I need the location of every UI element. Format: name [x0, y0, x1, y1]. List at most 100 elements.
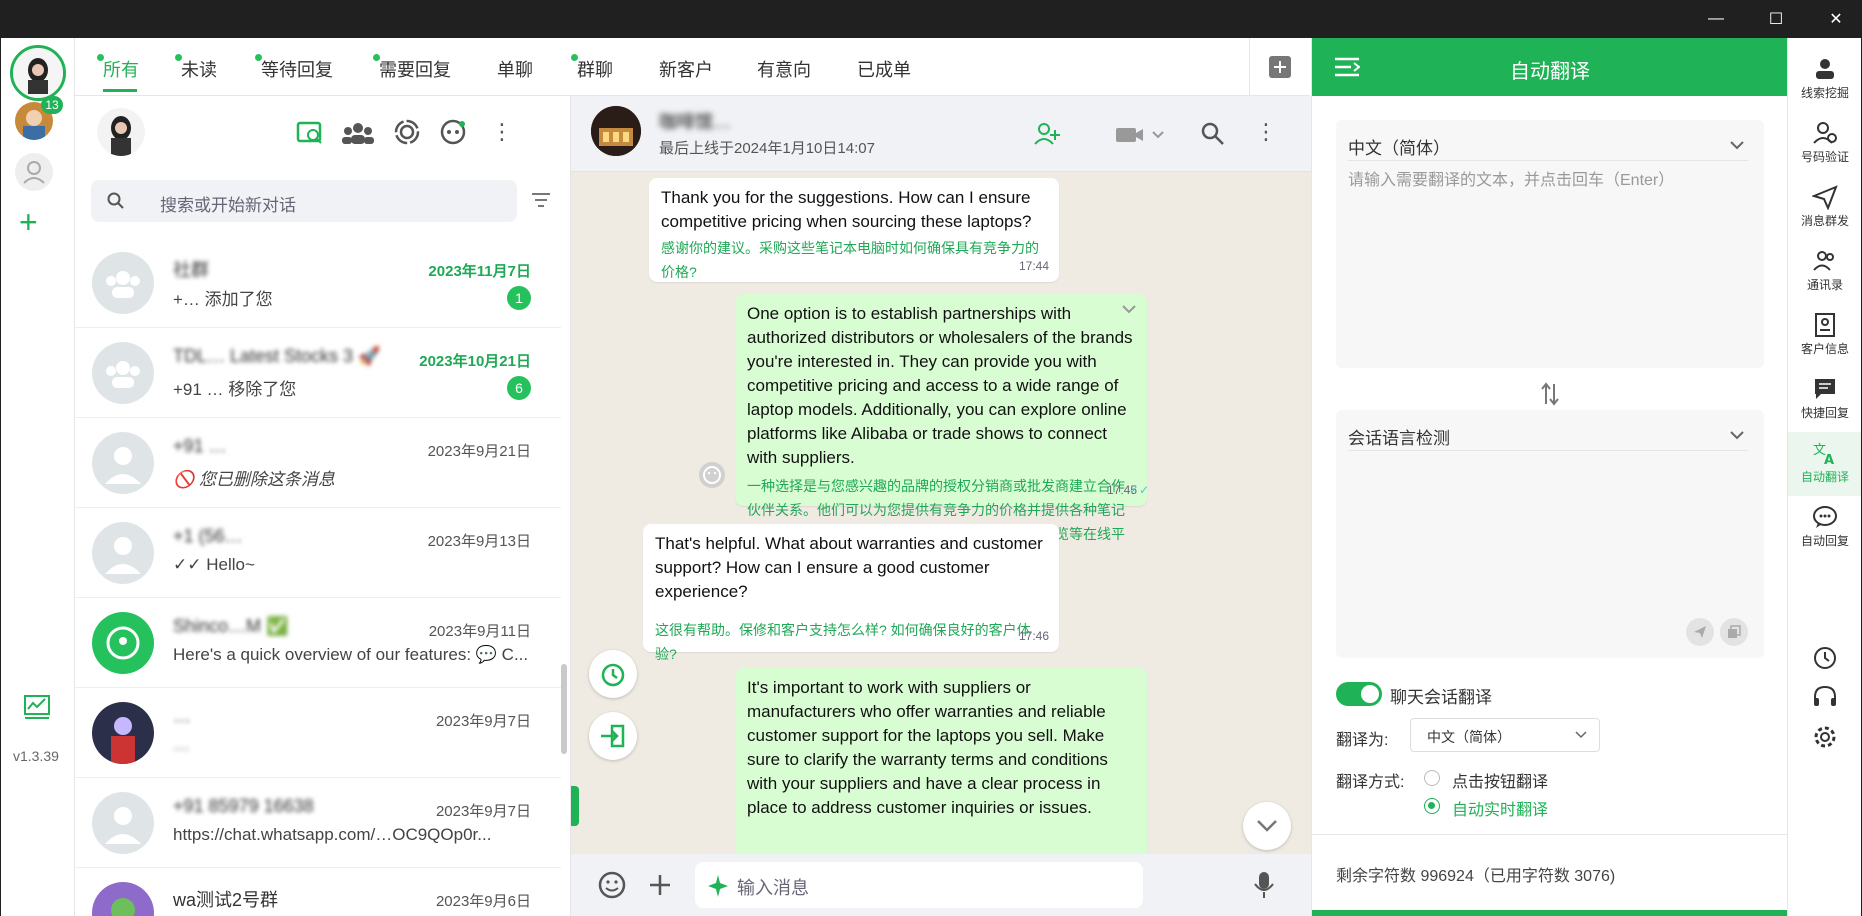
video-call-icon[interactable] [1115, 124, 1165, 151]
contacts-icon [1813, 251, 1834, 271]
rail-item-customer-info[interactable]: 客户信息 [1788, 304, 1861, 368]
conversation-panel: 咖啡馆… 最后上线于2024年1月10日14:07 ⋮ Thank you fo… [571, 96, 1311, 916]
incoming-message[interactable]: That's helpful. What about warranties an… [643, 524, 1059, 662]
stats-icon[interactable] [23, 694, 51, 725]
mode-button-radio[interactable] [1424, 770, 1440, 786]
swap-languages-icon[interactable] [1540, 382, 1560, 411]
translate-to-select[interactable]: 中文（简体） [1410, 718, 1600, 752]
rail-item-number-verify[interactable]: 号码验证 [1788, 112, 1861, 176]
remaining-characters: 剩余字符数 996924（已用字符数 3076) [1336, 868, 1616, 885]
alarm-clock-icon [601, 663, 625, 687]
contact-avatar [92, 792, 154, 854]
status-icon[interactable] [393, 118, 421, 151]
schedule-button[interactable] [589, 650, 637, 698]
filter-tabs: 所有 未读 等待回复 需要回复 单聊 群聊 新客户 有意向 已成单 [75, 38, 1310, 96]
source-language-select[interactable]: 中文（简体） [1348, 134, 1450, 159]
group-avatar [92, 252, 154, 314]
tab-waiting-reply[interactable]: 等待回复 [255, 54, 333, 82]
person-search-icon [1816, 59, 1834, 79]
filter-chat-icon[interactable] [295, 118, 325, 153]
add-account-button[interactable]: + [19, 206, 38, 238]
emoji-react-icon[interactable] [697, 460, 727, 495]
attach-plus-icon[interactable] [647, 872, 673, 903]
translate-title: 自动翻译 [1510, 61, 1590, 83]
chat-translate-toggle[interactable] [1336, 682, 1382, 706]
detect-language-select[interactable]: 会话语言检测 [1348, 424, 1450, 449]
login-button[interactable] [589, 712, 637, 760]
search-icon[interactable] [1201, 122, 1225, 151]
more-menu-icon[interactable]: ⋮ [491, 118, 513, 146]
chat-row[interactable]: +1 (56… 2023年9月13日 ✓✓ Hello~ [75, 508, 561, 598]
copy-icon[interactable] [1720, 618, 1748, 646]
groups-icon[interactable] [342, 120, 374, 151]
maximize-button[interactable]: ☐ [1746, 0, 1806, 38]
unread-badge: 6 [507, 376, 531, 400]
message-input[interactable]: 输入消息 [695, 862, 1143, 908]
chevron-down-icon[interactable] [1121, 298, 1137, 322]
svg-text:A: A [1824, 453, 1834, 466]
search-input[interactable]: 搜索或开始新对话 [160, 191, 296, 216]
rail-item-quick-reply[interactable]: 快捷回复 [1788, 368, 1861, 432]
mode-realtime-label: 自动实时翻译 [1452, 802, 1549, 819]
target-text-box: 会话语言检测 [1336, 410, 1764, 658]
filter-icon[interactable] [531, 192, 551, 213]
tab-single-chat[interactable]: 单聊 [497, 56, 533, 82]
rail-item-contacts[interactable]: 通讯录 [1788, 240, 1861, 304]
tab-closed-deal[interactable]: 已成单 [857, 56, 911, 82]
chat-row[interactable]: 社群 2023年11月7日 +… 添加了您 1 [75, 238, 561, 328]
chat-row[interactable]: TDL… Latest Stocks 3 🚀 2023年10月21日 +91 …… [75, 328, 561, 418]
chat-list-scrollbar[interactable] [561, 664, 567, 754]
search-box[interactable]: 搜索或开始新对话 [91, 180, 517, 222]
add-tab-button[interactable] [1249, 38, 1309, 96]
send-icon[interactable] [1686, 618, 1714, 646]
outgoing-message[interactable]: It's important to work with suppliers or… [735, 668, 1147, 854]
outgoing-message[interactable]: One option is to establish partnerships … [735, 294, 1149, 566]
chat-row[interactable]: wa测试2号群 2023年9月6日 [75, 868, 561, 916]
contact-avatar[interactable] [591, 106, 641, 156]
mode-button-label: 点击按钮翻译 [1452, 774, 1549, 791]
rail-item-auto-reply[interactable]: 自动回复 [1788, 496, 1861, 560]
tab-underline [103, 89, 137, 92]
chevron-down-icon [1730, 141, 1744, 150]
source-text-input[interactable]: 请输入需要翻译的文本，并点击回车（Enter） [1348, 166, 1674, 190]
chat-row[interactable]: Shinco…M ✅ 2023年9月11日 Here's a quick ove… [75, 598, 561, 688]
alarm-clock-icon[interactable] [1812, 644, 1838, 675]
tab-needs-reply[interactable]: 需要回复 [373, 54, 451, 82]
contact-avatar [92, 432, 154, 494]
rail-item-auto-translate[interactable]: 文A 自动翻译 [1788, 432, 1861, 496]
id-card-icon [1815, 313, 1835, 337]
group-avatar [92, 882, 154, 916]
chat-row[interactable]: … 2023年9月7日 … [75, 688, 561, 778]
tab-unread[interactable]: 未读 [175, 54, 217, 82]
collapse-handle[interactable] [571, 786, 579, 826]
chat-translate-label: 聊天会话翻译 [1390, 688, 1492, 707]
chat-row[interactable]: +91 85979 16638 2023年9月7日 https://chat.w… [75, 778, 561, 868]
account-avatar-empty[interactable] [15, 153, 53, 191]
more-menu-icon[interactable]: ⋮ [1255, 118, 1277, 146]
headset-icon[interactable] [1812, 684, 1838, 715]
tab-group-chat[interactable]: 群聊 [571, 54, 613, 82]
settings-gear-icon[interactable] [1812, 724, 1838, 755]
tab-new-customer[interactable]: 新客户 [659, 56, 713, 82]
microphone-icon[interactable] [1253, 870, 1275, 905]
chat-row[interactable]: +91 … 2023年9月21日 🚫 您已删除这条消息 [75, 418, 561, 508]
channels-icon[interactable] [439, 118, 467, 151]
business-avatar [92, 612, 154, 674]
rail-item-broadcast[interactable]: 消息群发 [1788, 176, 1861, 240]
contact-avatar [92, 522, 154, 584]
my-avatar[interactable] [97, 108, 145, 156]
incoming-message[interactable]: Thank you for the suggestions. How can I… [649, 178, 1059, 282]
close-button[interactable]: ✕ [1806, 0, 1862, 38]
emoji-icon[interactable] [597, 870, 627, 905]
mode-realtime-radio[interactable] [1424, 798, 1440, 814]
scroll-down-button[interactable] [1243, 802, 1291, 850]
rail-item-lead-mining[interactable]: 线索挖掘 [1788, 48, 1861, 112]
tab-all[interactable]: 所有 [97, 54, 139, 82]
translate-panel: 自动翻译 中文（简体） 请输入需要翻译的文本，并点击回车（Enter） 会话语言… [1311, 38, 1788, 916]
add-contact-icon[interactable] [1033, 120, 1061, 153]
translation-text: 这很有帮助。保修和客户支持怎么样? 如何确保良好的客户体验? [655, 622, 1031, 662]
tab-interested[interactable]: 有意向 [757, 56, 811, 82]
minimize-button[interactable]: — [1686, 0, 1746, 38]
read-receipt-icon: ✓✓ [1128, 483, 1149, 497]
account-avatar-active[interactable] [10, 45, 66, 101]
